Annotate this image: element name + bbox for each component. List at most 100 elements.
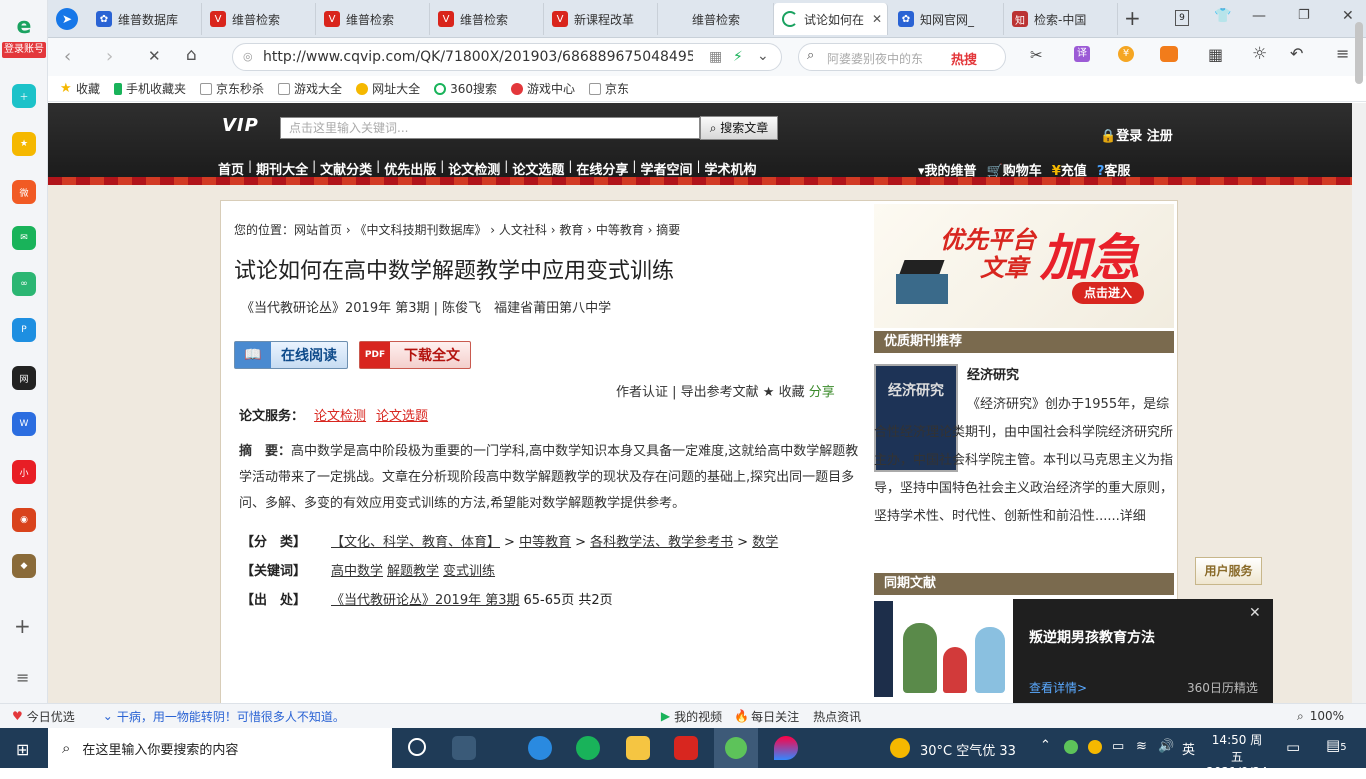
read-online-button[interactable]: 📖 在线阅读: [234, 341, 348, 369]
favorites-star-icon[interactable]: ★: [12, 132, 36, 156]
tab-new-curriculum[interactable]: V 新课程改革: [544, 3, 658, 35]
url-field[interactable]: ◎ http://www.cqvip.com/QK/71800X/201903/…: [232, 43, 782, 71]
global-school-icon[interactable]: 网: [12, 366, 36, 390]
nav-institutions[interactable]: 学术机构: [705, 159, 757, 178]
forward-icon[interactable]: ›: [106, 46, 113, 67]
nav-priority[interactable]: 优先出版: [384, 159, 436, 178]
bird-app-icon[interactable]: [528, 736, 552, 760]
game-avatar-icon[interactable]: ◉: [12, 508, 36, 532]
home-icon[interactable]: ⌂: [186, 45, 197, 65]
volume-icon[interactable]: 🔊: [1158, 739, 1174, 754]
xiaohongshu-icon[interactable]: 小: [12, 460, 36, 484]
nav-topics[interactable]: 论文选题: [512, 159, 564, 178]
navigate-icon[interactable]: ➤: [56, 8, 78, 30]
close-tab-icon[interactable]: ✕: [872, 12, 882, 26]
plus-app-icon[interactable]: ＋: [12, 84, 36, 108]
kw-variant[interactable]: 变式训练: [443, 564, 495, 579]
site-search-button[interactable]: ⌕ 搜索文章: [700, 116, 778, 140]
game-soldier-icon[interactable]: ◆: [12, 554, 36, 578]
enter-button[interactable]: 点击进入: [1072, 282, 1144, 304]
brightness-icon[interactable]: ☼: [1252, 44, 1267, 64]
daily-focus-link[interactable]: 每日关注: [751, 708, 799, 725]
bookmark-jd[interactable]: 京东: [589, 80, 629, 97]
active-browser-slot[interactable]: [714, 728, 758, 768]
cat-culture[interactable]: 【文化、科学、教育、体育】: [331, 535, 500, 550]
skin-shirt-icon[interactable]: 👕: [1214, 8, 1231, 24]
close-popup-icon[interactable]: ✕: [1249, 605, 1261, 621]
paint-drop-icon[interactable]: [774, 736, 798, 760]
cat-secondary[interactable]: 中等教育: [519, 535, 571, 550]
main-menu-icon[interactable]: ≡: [1336, 44, 1349, 63]
popup-title[interactable]: 叛逆期男孩教育方法: [1029, 627, 1155, 647]
popup-details-link[interactable]: 查看详情>: [1029, 679, 1087, 696]
stop-loading-icon[interactable]: ✕: [148, 47, 161, 65]
tab-weipu-search-1[interactable]: V 维普检索: [202, 3, 316, 35]
tray-drive-icon[interactable]: ▭: [1112, 739, 1124, 754]
paper-topic-link[interactable]: 论文选题: [376, 409, 428, 424]
browser-logo-icon[interactable]: e: [9, 14, 39, 39]
weibo-icon[interactable]: 微: [12, 180, 36, 204]
task-view-icon[interactable]: [408, 738, 426, 756]
scrollbar-thumb[interactable]: [1355, 22, 1363, 84]
tab-cnki[interactable]: ✿ 知网官网_: [890, 3, 1004, 35]
status-news-link[interactable]: 干病，用一物能转阴！可惜很多人不知道。: [117, 708, 345, 725]
coin-icon[interactable]: ¥: [1118, 46, 1134, 62]
tray-plus-icon[interactable]: [1088, 740, 1102, 754]
crumb-secondary[interactable]: 中等教育: [596, 223, 644, 237]
bookmark-url-nav[interactable]: 网址大全: [356, 80, 420, 97]
chat-bubble-icon[interactable]: ▭: [1286, 738, 1300, 756]
bookmark-game-center[interactable]: 游戏中心: [510, 80, 575, 97]
nav-categories[interactable]: 文献分类: [320, 159, 372, 178]
wifi-icon[interactable]: ≋: [1136, 739, 1147, 754]
close-window-icon[interactable]: ✕: [1342, 8, 1354, 24]
user-service-tab[interactable]: 用户服务: [1195, 557, 1262, 585]
nav-journals[interactable]: 期刊大全: [256, 159, 308, 178]
crumb-humanities[interactable]: 人文社科: [499, 223, 547, 237]
hot-search-label[interactable]: 热搜: [951, 49, 977, 68]
vip-logo[interactable]: VIP: [222, 115, 259, 136]
scissors-icon[interactable]: ✂: [1030, 46, 1043, 64]
sidebar-menu-icon[interactable]: ≡: [16, 668, 29, 687]
qr-icon[interactable]: ▦: [709, 49, 722, 65]
maximize-icon[interactable]: ❐: [1298, 8, 1310, 23]
crumb-home[interactable]: 网站首页: [294, 223, 342, 237]
bookmark-mobile[interactable]: 手机收藏夹: [114, 80, 186, 97]
bookmark-favorites[interactable]: ★ 收藏: [60, 80, 100, 97]
article-actions[interactable]: 作者认证 | 导出参考文献 ★ 收藏 分享: [616, 381, 835, 400]
bookmark-games[interactable]: 游戏大全: [278, 80, 342, 97]
source-journal-link[interactable]: 《当代教研论丛》2019年 第3期: [331, 593, 520, 608]
tab-count-icon[interactable]: 9: [1175, 10, 1189, 26]
file-explorer-icon[interactable]: [626, 736, 650, 760]
cat-method[interactable]: 各科教学法、教学参考书: [590, 535, 733, 550]
my-video-link[interactable]: 我的视频: [674, 708, 722, 725]
news-popup[interactable]: 叛逆期男孩教育方法 查看详情> 360日历精选 ✕: [893, 599, 1273, 717]
wps-icon[interactable]: [674, 736, 698, 760]
tab-weipu-db[interactable]: ✿ 维普数据库: [88, 3, 202, 35]
tab-weipu-search-3[interactable]: V 维普检索: [430, 3, 544, 35]
tab-search-china[interactable]: 知检索-中国: [1004, 3, 1118, 35]
cat-math[interactable]: 数学: [752, 535, 778, 550]
mail-icon[interactable]: ✉: [12, 226, 36, 250]
bookmark-jd-seckill[interactable]: 京东秒杀: [200, 80, 264, 97]
p-app-icon[interactable]: P: [12, 318, 36, 342]
crumb-education[interactable]: 教育: [559, 223, 583, 237]
hot-news-link[interactable]: 热点资讯: [813, 708, 861, 725]
zoom-level[interactable]: 100%: [1310, 709, 1344, 723]
nav-check[interactable]: 论文检测: [448, 159, 500, 178]
ime-indicator[interactable]: 英: [1182, 739, 1195, 758]
notification-icon[interactable]: ▤5: [1326, 736, 1347, 754]
browser-search-box[interactable]: ⌕ 阿婆婆别夜中的东 热搜: [798, 43, 1006, 71]
tab-weipu-search-4[interactable]: 维普检索: [658, 3, 774, 35]
weather-text[interactable]: 30°C 空气优 33: [920, 740, 1016, 759]
crumb-database[interactable]: 《中文科技期刊数据库》: [354, 223, 486, 237]
download-button[interactable]: PDF 下载全文: [359, 341, 471, 369]
bookmark-360search[interactable]: 360搜索: [434, 80, 497, 97]
tab-current-article[interactable]: 试论如何在 ✕: [774, 3, 888, 35]
link-icon[interactable]: ∞: [12, 272, 36, 296]
kw-teaching[interactable]: 解题教学: [387, 564, 439, 579]
apps-grid-icon[interactable]: ▦: [1208, 45, 1223, 64]
add-sidebar-icon[interactable]: +: [14, 614, 31, 638]
priority-banner[interactable]: 优先平台 文章 加急 点击进入: [874, 204, 1174, 328]
tray-360-icon[interactable]: [1064, 740, 1078, 754]
login-register-link[interactable]: 🔒登录 注册: [1100, 125, 1173, 144]
